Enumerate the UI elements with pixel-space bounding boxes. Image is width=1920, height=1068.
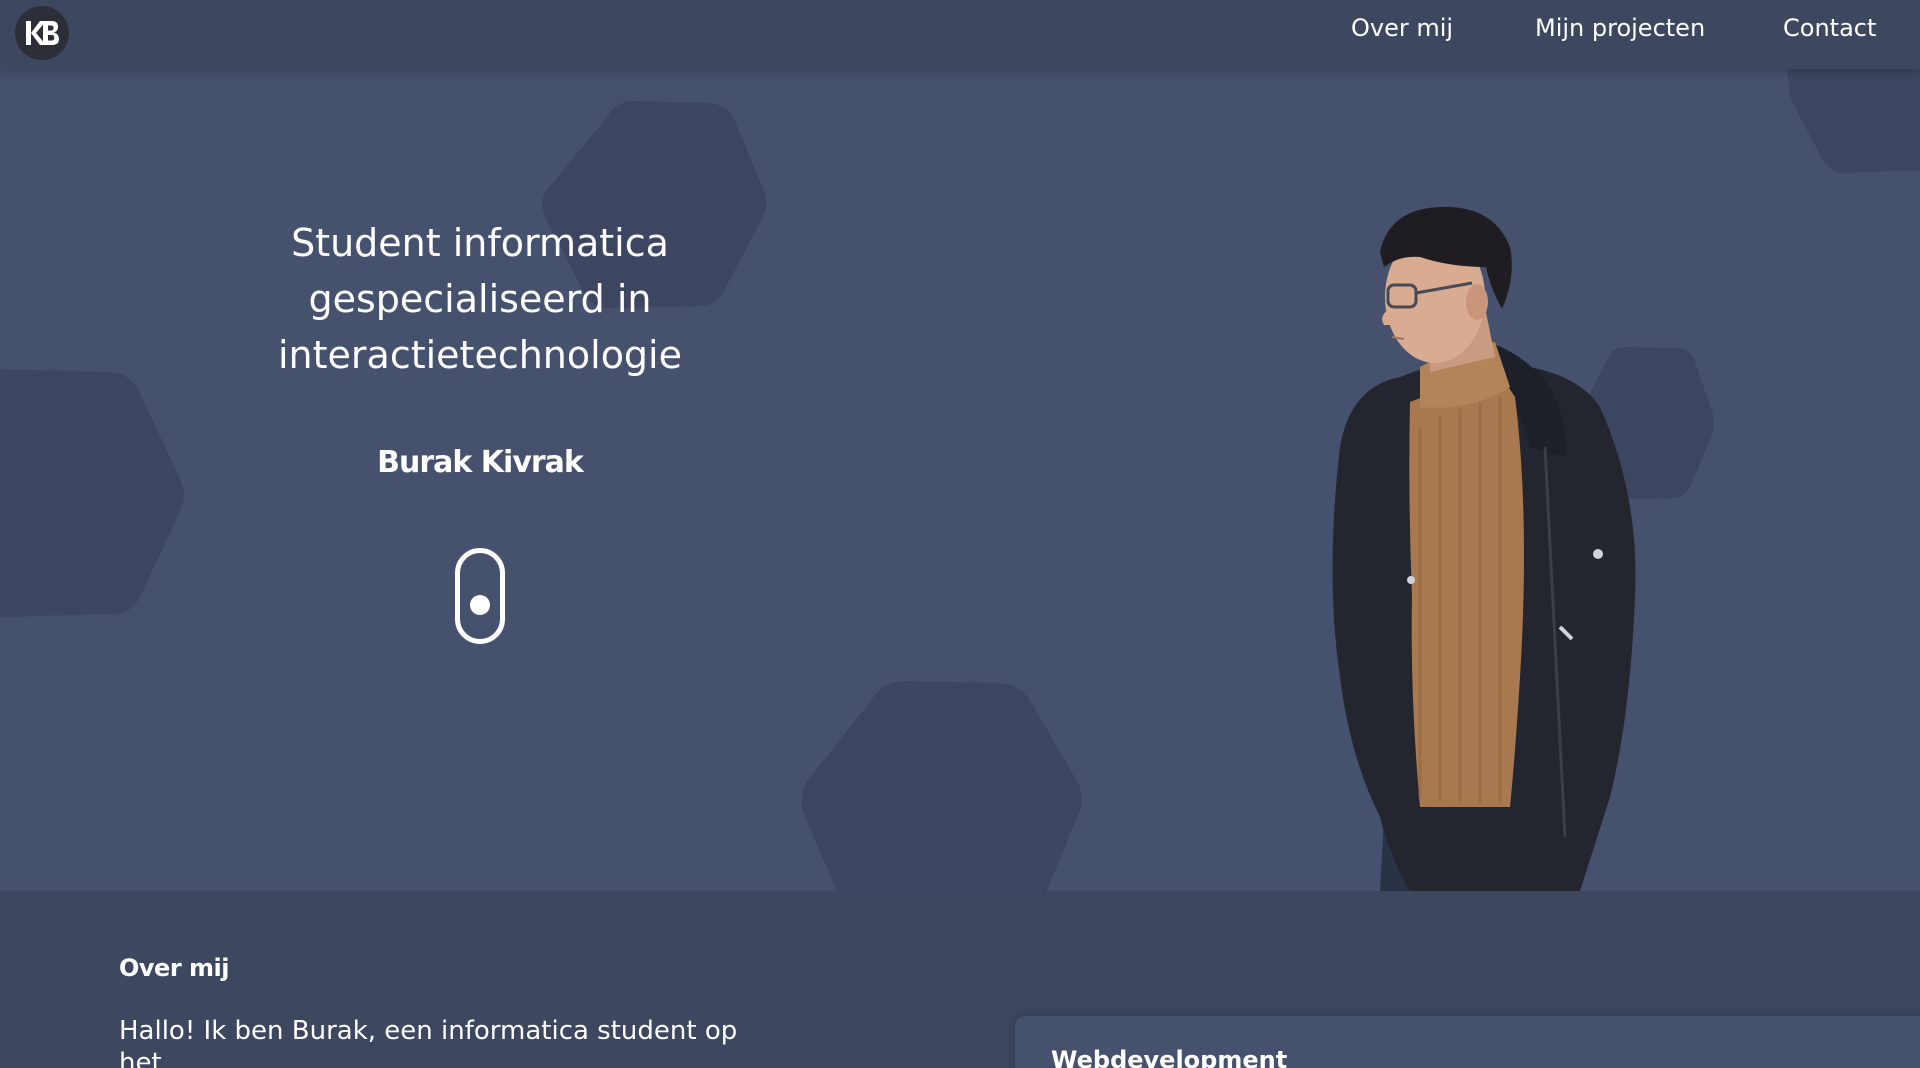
about-intro-text: Hallo! Ik ben Burak, een informatica stu… bbox=[119, 1016, 738, 1068]
hero-section: Student informatica gespecialiseerd in i… bbox=[0, 69, 1920, 891]
nav-link-contact[interactable]: Contact bbox=[1783, 14, 1876, 42]
hero-name: Burak Kivrak bbox=[377, 445, 584, 480]
decorative-hexagon bbox=[801, 681, 1082, 891]
nav-link-over-mij[interactable]: Over mij bbox=[1351, 14, 1453, 42]
about-heading: Over mij bbox=[119, 954, 229, 982]
nav-link-mijn-projecten[interactable]: Mijn projecten bbox=[1535, 14, 1705, 42]
about-section: Over mij Hallo! Ik ben Burak, een inform… bbox=[0, 891, 1920, 1068]
decorative-hexagon bbox=[1786, 69, 1920, 173]
decorative-hexagon bbox=[0, 369, 184, 617]
scroll-dot bbox=[470, 595, 490, 615]
skill-card-webdevelopment: Webdevelopment bbox=[1015, 1016, 1920, 1068]
site-header: Over mij Mijn projecten Contact bbox=[0, 0, 1920, 69]
mouse-scroll-icon[interactable] bbox=[455, 548, 505, 644]
skill-card-title: Webdevelopment bbox=[1051, 1046, 1288, 1068]
hero-title: Student informatica gespecialiseerd in i… bbox=[277, 221, 682, 377]
main-nav: Over mij Mijn projecten Contact bbox=[0, 0, 1920, 69]
portrait-photo bbox=[1332, 206, 1636, 891]
